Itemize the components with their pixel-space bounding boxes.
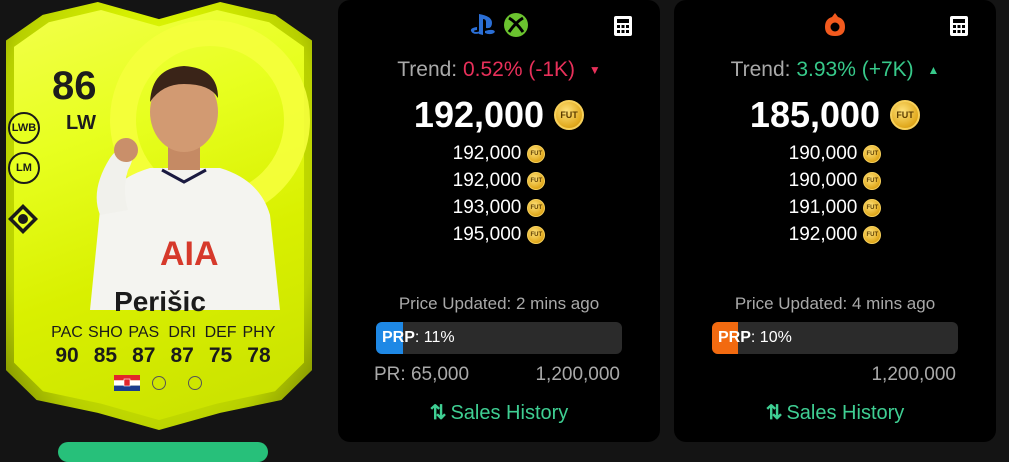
price-value: 192,000 — [452, 142, 522, 164]
player-card[interactable]: AIA 86 LW LWB LM Perišic PAC SHO PAS DRI… — [0, 0, 330, 450]
price-range-max: 1,200,000 — [871, 364, 956, 385]
current-price-value: 185,000 — [749, 94, 881, 135]
league-badge-icon — [152, 376, 166, 390]
stat-value-pac: 90 — [55, 344, 79, 367]
stat-label-sho: SHO — [88, 324, 123, 341]
current-price: 185,000 FUT — [674, 94, 996, 136]
stat-label-pac: PAC — [51, 324, 83, 341]
coin-icon: FUT — [863, 171, 882, 190]
playstation-icon — [470, 14, 495, 35]
price-value: 192,000 — [788, 223, 858, 245]
trend-label: Trend: — [397, 58, 458, 81]
player-image: AIA — [90, 66, 280, 310]
prp-label: PRP — [718, 329, 751, 346]
price-range-max: 1,200,000 — [535, 364, 620, 385]
console-price-panel: Trend: 0.52% (-1K) ▼ 192,000 FUT 192,000… — [338, 0, 660, 442]
stat-values: 90 85 87 87 75 78 — [48, 344, 278, 368]
sales-history-button[interactable]: ⇅ Sales History — [338, 400, 660, 425]
origin-icon — [825, 13, 845, 36]
stat-label-def: DEF — [204, 324, 237, 341]
croatia-flag-icon — [114, 375, 140, 391]
price-updated-text: Price Updated: 4 mins ago — [734, 294, 936, 313]
price-value: 192,000 — [452, 169, 522, 191]
club-badge-icon — [188, 376, 202, 390]
trend-value: 3.93% (+7K) — [796, 58, 914, 81]
list-item: 191,000 FUT — [674, 194, 996, 221]
trend-display: Trend: 3.93% (+7K) ▲ — [674, 58, 996, 82]
price-value: 191,000 — [788, 196, 858, 218]
xbox-icon — [504, 13, 528, 37]
current-price-value: 192,000 — [413, 94, 545, 135]
current-price: 192,000 FUT — [338, 94, 660, 136]
sales-history-label: Sales History — [786, 402, 905, 424]
prp-value: : 10% — [750, 329, 792, 346]
list-item: 193,000 FUT — [338, 194, 660, 221]
list-item: 192,000 FUT — [674, 221, 996, 248]
price-value: 195,000 — [452, 223, 522, 245]
coin-icon: FUT — [527, 171, 546, 190]
price-range: 1,200,000 — [698, 364, 956, 386]
list-item: 192,000 FUT — [338, 167, 660, 194]
prp-value: : 11% — [414, 329, 455, 346]
stat-label-dri: DRI — [168, 324, 196, 341]
player-name: Perišic — [114, 286, 206, 317]
prp-progress-bar: PRP: 11% — [376, 322, 622, 354]
alt-position-lm: LM — [8, 152, 40, 184]
coin-icon: FUT — [527, 225, 546, 244]
stat-label-phy: PHY — [242, 324, 276, 341]
stat-value-dri: 87 — [170, 344, 194, 367]
pc-price-panel: Trend: 3.93% (+7K) ▲ 185,000 FUT 190,000… — [674, 0, 996, 442]
prp-label: PRP — [382, 329, 415, 346]
prp-progress-bar: PRP: 10% — [712, 322, 958, 354]
sort-arrows-icon: ⇅ — [765, 402, 783, 424]
trend-display: Trend: 0.52% (-1K) ▼ — [338, 58, 660, 82]
coin-icon: FUT — [863, 198, 882, 217]
coin-icon: FUT — [863, 225, 882, 244]
coin-icon: FUT — [527, 198, 546, 217]
price-value: 193,000 — [452, 196, 522, 218]
list-item: 190,000 FUT — [674, 167, 996, 194]
trend-label: Trend: — [730, 58, 791, 81]
coin-icon: FUT — [527, 144, 546, 163]
stat-value-sho: 85 — [93, 344, 118, 367]
price-list: 190,000 FUT 190,000 FUT 191,000 FUT 192,… — [674, 140, 996, 248]
calculator-icon[interactable] — [950, 16, 968, 36]
price-range: PR: 65,000 1,200,000 — [362, 364, 620, 386]
platform-icons — [674, 12, 996, 38]
stat-labels: PAC SHO PAS DRI DEF PHY — [48, 324, 278, 342]
coin-icon: FUT — [890, 100, 921, 130]
list-item: 192,000 FUT — [338, 140, 660, 167]
price-updated-text: Price Updated: 2 mins ago — [398, 294, 600, 313]
trend-up-icon: ▲ — [927, 63, 940, 78]
sales-history-label: Sales History — [450, 402, 569, 424]
player-position: LW — [66, 112, 96, 134]
coin-icon: FUT — [554, 100, 585, 130]
price-range-min: PR: 65,000 — [374, 364, 470, 385]
list-item: 190,000 FUT — [674, 140, 996, 167]
price-value: 190,000 — [788, 142, 858, 164]
prp-text: PRP: 11% — [382, 322, 455, 354]
stat-value-def: 75 — [208, 344, 233, 367]
player-rating: 86 — [52, 64, 97, 108]
coin-icon: FUT — [863, 144, 882, 163]
sort-arrows-icon: ⇅ — [429, 402, 447, 424]
stat-value-phy: 78 — [247, 344, 271, 367]
action-button[interactable] — [58, 442, 268, 462]
playstyle-icon — [8, 204, 38, 234]
svg-text:AIA: AIA — [160, 235, 219, 273]
prp-text: PRP: 10% — [718, 322, 792, 354]
sales-history-button[interactable]: ⇅ Sales History — [674, 400, 996, 425]
price-value: 190,000 — [788, 169, 858, 191]
list-item: 195,000 FUT — [338, 221, 660, 248]
trend-down-icon: ▼ — [588, 63, 601, 78]
trend-value: 0.52% (-1K) — [462, 58, 576, 81]
price-list: 192,000 FUT 192,000 FUT 193,000 FUT 195,… — [338, 140, 660, 248]
stat-value-pas: 87 — [132, 344, 156, 367]
alt-position-lwb: LWB — [8, 112, 40, 144]
calculator-icon[interactable] — [614, 16, 632, 36]
stat-label-pas: PAS — [128, 324, 160, 341]
platform-icons — [338, 12, 660, 38]
